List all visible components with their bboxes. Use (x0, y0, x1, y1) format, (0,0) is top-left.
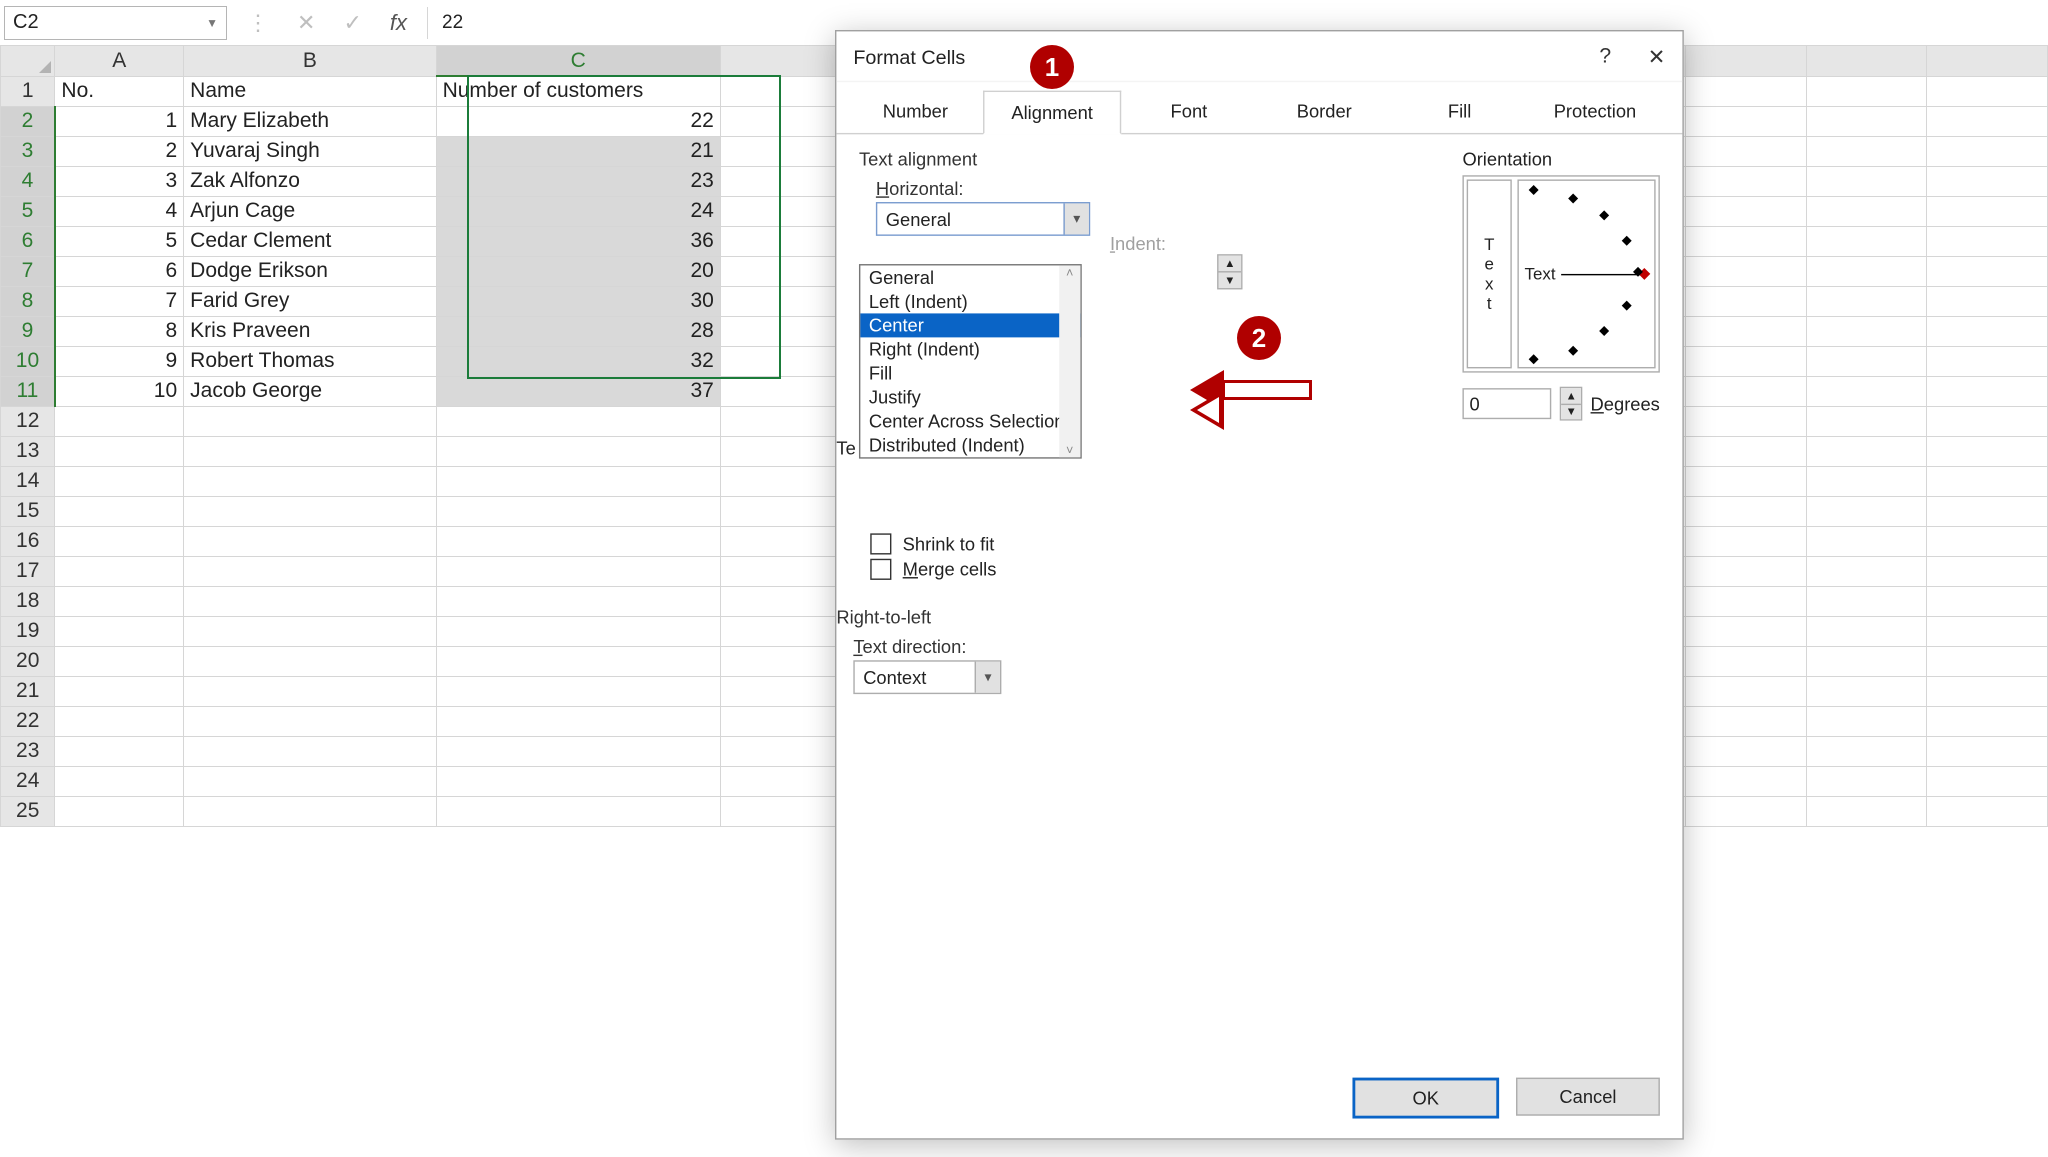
vertical-label-truncated: Te (836, 437, 855, 458)
option-left-indent[interactable]: Left (Indent) (860, 289, 1080, 313)
chevron-up-icon[interactable]: ˄ (1066, 265, 1073, 279)
callout-badge-1: 1 (1030, 45, 1074, 89)
alignment-panel: Text alignment HHorizontal:orizontal: Ge… (836, 134, 1682, 1051)
horizontal-value: General (877, 208, 1063, 229)
indent-label: Indent: (1110, 233, 1166, 254)
orientation-label: Orientation (1462, 148, 1659, 169)
orientation-dial[interactable]: Text (1517, 179, 1655, 368)
col-header-a[interactable]: A (55, 46, 184, 77)
cancel-button[interactable]: Cancel (1516, 1078, 1660, 1116)
option-right-indent[interactable]: Right (Indent) (860, 337, 1080, 361)
select-all-corner[interactable] (1, 46, 55, 77)
tab-font[interactable]: Font (1121, 91, 1256, 133)
cancel-entry-icon[interactable]: ✕ (297, 10, 315, 36)
dialog-titlebar[interactable]: Format Cells ? ✕ (836, 31, 1682, 82)
callout-arrow (1190, 370, 1320, 410)
ok-button[interactable]: OK (1352, 1078, 1499, 1119)
chevron-down-icon[interactable]: ▼ (1219, 271, 1242, 288)
degrees-field[interactable]: 0 (1462, 388, 1552, 419)
chevron-up-icon[interactable]: ▲ (1219, 256, 1242, 272)
horizontal-dropdown[interactable]: General Left (Indent) Center Right (Inde… (859, 264, 1082, 459)
option-justify[interactable]: Justify (860, 385, 1080, 409)
col-header-empty[interactable] (720, 46, 841, 77)
tab-alignment[interactable]: Alignment (983, 91, 1121, 135)
close-icon[interactable]: ✕ (1648, 43, 1666, 68)
dialog-buttons: OK Cancel (1352, 1078, 1659, 1119)
shrink-to-fit-checkbox[interactable]: Shrink to fit (870, 533, 996, 554)
callout-badge-2: 2 (1237, 316, 1281, 360)
option-center-across[interactable]: Center Across Selection (860, 409, 1080, 433)
text-direction-label: Text direction: (853, 636, 1001, 657)
formula-bar-icons: ⋮ ✕ ✓ fx (247, 10, 407, 36)
rtl-label: Right-to-left (836, 607, 1001, 628)
option-fill[interactable]: Fill (860, 361, 1080, 385)
chevron-up-icon[interactable]: ▲ (1562, 388, 1581, 403)
option-general[interactable]: General (860, 265, 1080, 289)
option-center[interactable]: Center (860, 313, 1080, 337)
checkbox-icon (870, 533, 891, 554)
degrees-label: Degrees (1591, 393, 1660, 414)
chevron-down-icon[interactable]: ▾ (1063, 203, 1088, 234)
checkbox-icon (870, 559, 891, 580)
option-distributed[interactable]: Distributed (Indent) (860, 433, 1080, 457)
merge-cells-checkbox[interactable]: Merge cells (870, 559, 996, 580)
formula-value[interactable]: 22 (427, 7, 463, 39)
dropdown-scrollbar[interactable]: ˄˅ (1059, 265, 1080, 457)
orientation-group: Orientation T e x t Text (1462, 148, 1659, 420)
tab-border[interactable]: Border (1257, 91, 1392, 133)
divider-icon: ⋮ (247, 10, 269, 36)
orientation-control[interactable]: T e x t Text (1462, 175, 1659, 372)
horizontal-combo[interactable]: General ▾ (876, 202, 1090, 236)
text-direction-combo[interactable]: Context ▾ (853, 660, 1001, 694)
chevron-down-icon[interactable]: ▾ (975, 662, 1000, 693)
cell[interactable]: No. (55, 76, 184, 106)
degrees-stepper[interactable]: ▲▼ (1560, 387, 1582, 421)
col-header-c[interactable]: C (436, 46, 720, 77)
dialog-tabs: Number Alignment Font Border Fill Protec… (836, 91, 1682, 135)
fx-icon[interactable]: fx (390, 10, 407, 36)
accept-entry-icon[interactable]: ✓ (343, 10, 361, 36)
cell[interactable]: Name (184, 76, 436, 106)
cell[interactable]: Number of customers (436, 76, 720, 106)
chevron-down-icon[interactable]: ˅ (1066, 443, 1073, 457)
vertical-text-button[interactable]: T e x t (1467, 179, 1512, 368)
name-box-value: C2 (13, 11, 39, 34)
indent-stepper[interactable]: ▲▼ (1217, 254, 1242, 289)
help-icon[interactable]: ? (1599, 43, 1611, 68)
col-header-b[interactable]: B (184, 46, 436, 77)
tab-protection[interactable]: Protection (1527, 91, 1662, 133)
dialog-title: Format Cells (853, 45, 965, 68)
row-header[interactable]: 1 (1, 76, 55, 106)
name-box[interactable]: C2 ▼ (4, 6, 227, 40)
format-cells-dialog: Format Cells ? ✕ Number Alignment Font B… (835, 30, 1684, 1140)
chevron-down-icon[interactable]: ▼ (1562, 403, 1581, 419)
tab-fill[interactable]: Fill (1392, 91, 1527, 133)
tab-number[interactable]: Number (848, 91, 983, 133)
chevron-down-icon[interactable]: ▼ (206, 16, 218, 30)
